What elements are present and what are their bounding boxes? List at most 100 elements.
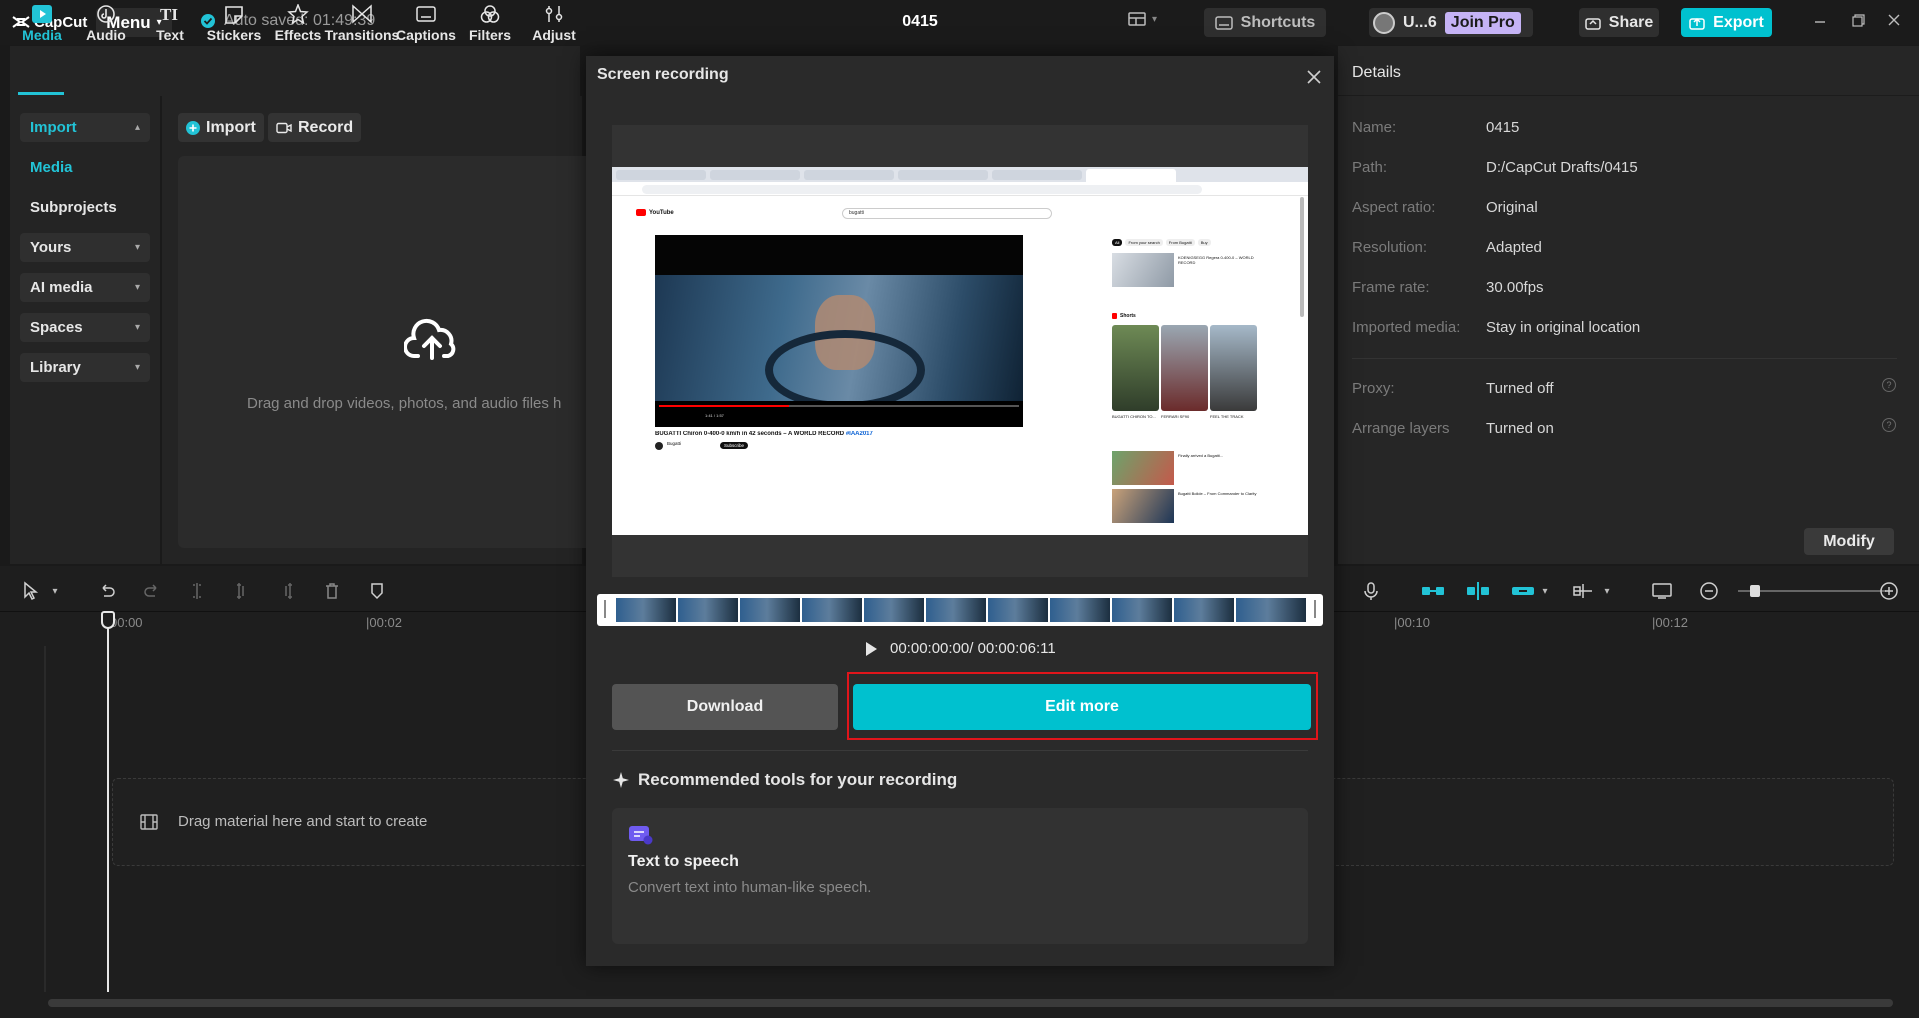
select-tool-button[interactable]	[20, 580, 42, 602]
tab-text[interactable]: TI Text	[138, 4, 202, 50]
tab-captions[interactable]: Captions	[394, 4, 458, 50]
browser-tab	[710, 170, 800, 180]
zoom-slider[interactable]	[1738, 590, 1886, 592]
details-divider	[1352, 358, 1897, 359]
join-pro-button[interactable]: Join Pro	[1444, 11, 1521, 34]
modify-button[interactable]: Modify	[1804, 528, 1894, 555]
chevron-down-icon[interactable]: ▾	[1538, 580, 1552, 602]
redo-button[interactable]	[141, 580, 163, 602]
chevron-down-icon[interactable]: ▾	[48, 580, 62, 602]
info-icon[interactable]: ?	[1882, 378, 1896, 392]
active-tab-indicator	[18, 92, 64, 95]
dialog-close-button[interactable]	[1303, 66, 1325, 88]
transitions-icon	[352, 4, 372, 24]
tab-filters[interactable]: Filters	[458, 4, 522, 50]
split-button[interactable]	[186, 580, 208, 602]
minimize-button[interactable]	[1810, 10, 1830, 30]
sidebar-item-subprojects[interactable]: Subprojects	[20, 193, 150, 222]
browser-scrollbar	[1300, 197, 1304, 317]
related-title: Bugatti Bolide – From Commander to Clari…	[1178, 491, 1257, 496]
trim-handle-right[interactable]	[1314, 600, 1316, 618]
zoom-slider-handle[interactable]	[1750, 585, 1760, 597]
user-account-button[interactable]: U...6 Join Pro	[1369, 8, 1533, 37]
share-button[interactable]: Share	[1579, 8, 1659, 37]
related-thumbnail	[1112, 253, 1174, 287]
fit-timeline-button[interactable]	[1650, 580, 1674, 602]
split-right-button[interactable]	[276, 580, 298, 602]
linkage-button[interactable]	[1510, 580, 1536, 602]
user-label: U...6	[1403, 13, 1437, 31]
cloud-upload-icon	[404, 316, 460, 362]
delete-button[interactable]	[321, 580, 343, 602]
sidebar-item-label: Spaces	[30, 319, 83, 336]
export-icon	[1689, 17, 1705, 30]
tab-stickers[interactable]: Stickers	[202, 4, 266, 50]
tool-description: Convert text into human-like speech.	[628, 879, 872, 896]
playhead[interactable]	[107, 612, 109, 992]
sidebar-item-media[interactable]: Media	[20, 153, 150, 182]
close-window-button[interactable]	[1884, 10, 1904, 30]
microphone-icon	[1364, 582, 1378, 600]
info-icon[interactable]: ?	[1882, 418, 1896, 432]
media-dropzone[interactable]	[178, 156, 598, 548]
audio-icon	[97, 5, 115, 23]
record-button[interactable]: Record	[268, 113, 362, 142]
filmstrip-frame	[1050, 598, 1110, 622]
filmstrip-frame	[802, 598, 862, 622]
film-strip-icon	[139, 813, 159, 831]
tab-effects[interactable]: Effects	[266, 4, 330, 50]
detail-value: Adapted	[1486, 239, 1542, 256]
sidebar-item-library[interactable]: Library ▾	[20, 353, 150, 382]
edit-more-button[interactable]: Edit more	[853, 684, 1311, 730]
sidebar-item-ai-media[interactable]: AI media ▾	[20, 273, 150, 302]
play-icon[interactable]	[864, 641, 878, 657]
preview-axis-button[interactable]	[1570, 580, 1596, 602]
shorts-heading: Shorts	[1112, 313, 1136, 319]
tab-audio[interactable]: Audio	[74, 4, 138, 50]
chevron-down-icon[interactable]: ▾	[1600, 580, 1614, 602]
video-controls: 1:41 / 1:57	[655, 401, 1023, 427]
auto-snap-button[interactable]	[1465, 580, 1491, 602]
marker-button[interactable]	[366, 580, 388, 602]
layout-button[interactable]: ▾	[1128, 12, 1157, 26]
sidebar-item-spaces[interactable]: Spaces ▾	[20, 313, 150, 342]
timeline-scrollbar[interactable]	[48, 999, 1893, 1007]
detail-value: Turned on	[1486, 420, 1554, 437]
video-time: 1:41 / 1:57	[705, 413, 724, 418]
microphone-button[interactable]	[1360, 580, 1382, 602]
tab-adjust[interactable]: Adjust	[522, 4, 586, 50]
tab-media[interactable]: Media	[10, 4, 74, 50]
detail-value: Original	[1486, 199, 1538, 216]
zoom-in-button[interactable]	[1878, 580, 1900, 602]
related-thumbnail	[1112, 451, 1174, 485]
zoom-out-button[interactable]	[1698, 580, 1720, 602]
undo-button[interactable]	[96, 580, 118, 602]
youtube-search-box: bugatti	[842, 208, 1052, 219]
detail-value: 0415	[1486, 119, 1520, 136]
video-title: BUGATTI Chiron 0-400-0 km/h in 42 second…	[655, 431, 1035, 437]
chip: All	[1112, 239, 1123, 246]
shortcuts-button[interactable]: Shortcuts	[1204, 8, 1326, 37]
tab-transitions[interactable]: Transitions	[325, 4, 399, 50]
chip: From your search	[1125, 239, 1163, 246]
detail-label: Resolution:	[1352, 239, 1428, 256]
download-button[interactable]: Download	[612, 684, 838, 730]
trim-handle-left[interactable]	[604, 600, 606, 618]
split-left-button[interactable]	[231, 580, 253, 602]
import-button[interactable]: Import	[178, 113, 264, 142]
track-header-divider	[44, 646, 46, 992]
sidebar-item-import[interactable]: Import ▴	[20, 113, 150, 142]
detail-value: Stay in original location	[1486, 319, 1641, 336]
tab-label: Media	[22, 27, 62, 43]
browser-tab-active	[1086, 169, 1176, 182]
restore-button[interactable]	[1848, 10, 1868, 30]
playhead-handle[interactable]	[101, 611, 115, 629]
export-button[interactable]: Export	[1681, 8, 1772, 37]
recorded-video-preview[interactable]: YouTube bugatti 1:41 / 1:57 BUGATTI Chir…	[612, 167, 1308, 535]
sidebar-item-yours[interactable]: Yours ▾	[20, 233, 150, 262]
filmstrip-frame	[616, 598, 676, 622]
main-track-magnet-button[interactable]	[1420, 580, 1446, 602]
related-thumbnail	[1112, 489, 1174, 523]
record-label: Record	[298, 118, 354, 136]
text-to-speech-card[interactable]	[612, 808, 1308, 944]
